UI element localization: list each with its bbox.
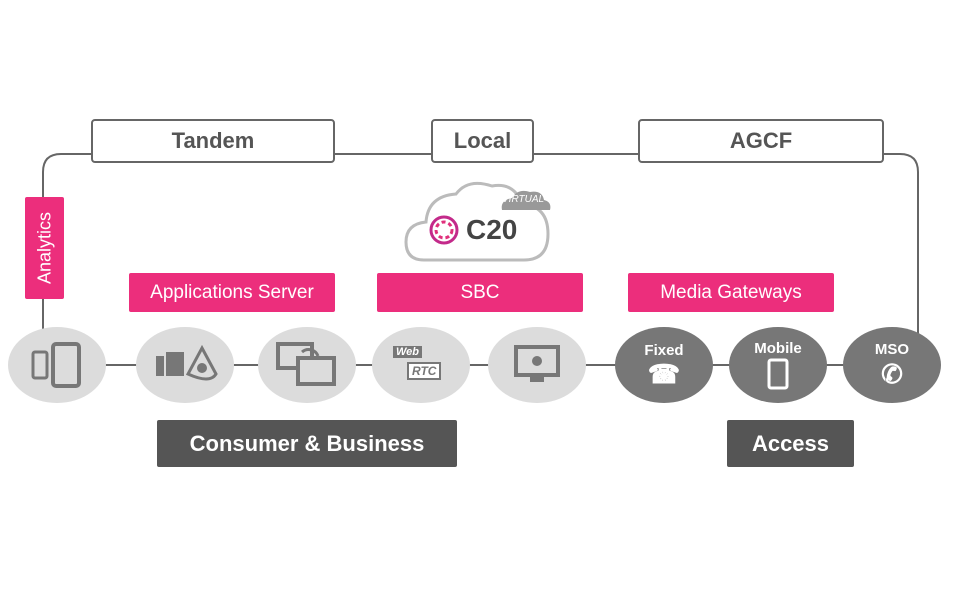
screen-sharing-icon [276, 342, 336, 386]
analytics-label: Analytics [34, 211, 54, 285]
consumer-business-label: Consumer & Business [157, 420, 457, 467]
mso-label: MSO [874, 340, 910, 358]
endpoint-devices [8, 327, 106, 403]
endpoint-webrtc: Web RTC [372, 327, 470, 403]
desk-phone-conference-icon [156, 344, 218, 381]
analytics-box: Analytics [25, 197, 64, 299]
monitor-icon [514, 345, 560, 382]
c20-logo-text: C20 [466, 214, 518, 245]
endpoint-phones [136, 327, 234, 403]
telephone-icon: ☎ [647, 358, 681, 389]
endpoint-fixed: Fixed ☎ [615, 327, 713, 403]
agcf-box: AGCF [638, 119, 884, 163]
fixed-label: Fixed [644, 341, 684, 359]
endpoint-screen-share [258, 327, 356, 403]
endpoint-monitor [488, 327, 586, 403]
sbc-box: SBC [377, 273, 583, 312]
phone-handset-icon: ✆ [881, 358, 903, 389]
mobile-tablet-icon [31, 342, 81, 388]
local-box: Local [431, 119, 534, 163]
webrtc-web-label: Web [393, 346, 423, 358]
access-label: Access [727, 420, 854, 467]
applications-server-box: Applications Server [129, 273, 335, 312]
virtual-badge: VIRTUAL [502, 194, 545, 205]
endpoint-mso: MSO ✆ [843, 327, 941, 403]
c20-virtual-logo: VIRTUAL C20 [404, 176, 554, 264]
webrtc-icon: Web RTC [391, 342, 451, 388]
webrtc-rtc-label: RTC [407, 362, 442, 380]
mobile-phone-icon [767, 358, 789, 389]
mobile-label: Mobile [754, 339, 802, 357]
media-gateways-box: Media Gateways [628, 273, 834, 312]
endpoint-mobile: Mobile [729, 327, 827, 403]
tandem-box: Tandem [91, 119, 335, 163]
